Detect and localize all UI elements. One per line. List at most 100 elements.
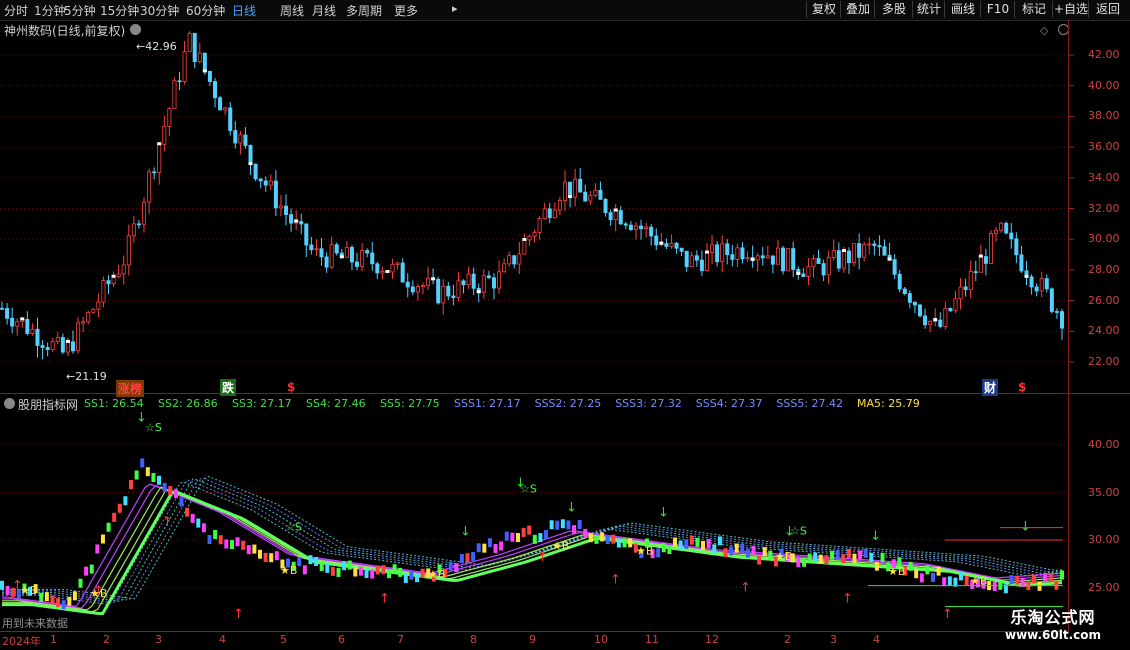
more-chevron-icon[interactable]: ▸ bbox=[452, 2, 458, 15]
candle-body bbox=[481, 275, 486, 293]
candle-body bbox=[532, 232, 537, 237]
candle-body bbox=[370, 252, 375, 265]
toolbar-button[interactable]: 多股 bbox=[874, 1, 913, 18]
ma5-bar bbox=[201, 523, 206, 533]
ma5-bar bbox=[168, 485, 173, 495]
price-chart[interactable]: ↑ ↑↑↑↑↑↑↑↑↑↓↓↓↓ ↓↓ ↓↓☆S☆S☆S☆S★B ★B★B ★B★B ★B ★B… bbox=[0, 0, 1130, 650]
price-dot bbox=[65, 339, 70, 343]
toolbar-button[interactable]: 画线 bbox=[944, 1, 981, 18]
signal-star-icon: ★B bbox=[90, 587, 107, 600]
timeframe-tab[interactable]: 日线 bbox=[232, 2, 256, 19]
toolbar-button[interactable]: +自选 bbox=[1052, 1, 1089, 18]
price-dot bbox=[978, 254, 983, 258]
candle-body bbox=[5, 308, 10, 319]
timeframe-tab[interactable]: 周线 bbox=[280, 2, 304, 19]
timeframe-tab[interactable]: 更多 bbox=[394, 2, 418, 19]
ma5-bar bbox=[572, 525, 577, 535]
toolbar-button[interactable]: 返回 bbox=[1088, 1, 1127, 18]
ma5-bar bbox=[583, 528, 588, 538]
candle-body bbox=[603, 198, 608, 213]
candle-body bbox=[390, 263, 395, 273]
ma5-bar bbox=[830, 550, 835, 560]
candle-body bbox=[537, 218, 542, 233]
candle-body bbox=[846, 250, 851, 264]
ma5-bar bbox=[314, 556, 319, 566]
ma5-bar bbox=[633, 543, 638, 553]
down-marker[interactable]: 跌 bbox=[220, 379, 237, 396]
candle-body bbox=[887, 254, 892, 261]
ma5-bar bbox=[1015, 575, 1020, 585]
ma5-bar bbox=[964, 576, 969, 586]
ma5-bar bbox=[56, 598, 61, 608]
ma5-bar bbox=[257, 549, 262, 559]
timeframe-tab[interactable]: 分时 bbox=[4, 2, 28, 19]
x-tick-label: 2 bbox=[103, 633, 110, 646]
watermark: 乐淘公式网 www.60lt.com bbox=[992, 604, 1114, 642]
toolbar-button[interactable]: 叠加 bbox=[840, 1, 875, 18]
ma5-bar bbox=[858, 550, 863, 560]
candle-body bbox=[862, 244, 867, 258]
indicator-value: SSS2: 27.25 bbox=[534, 397, 602, 410]
timeframe-tab[interactable]: 多周期 bbox=[346, 2, 382, 19]
timeframe-tab[interactable]: 月线 bbox=[312, 2, 336, 19]
ma5-bar bbox=[925, 565, 930, 575]
candle-body bbox=[527, 235, 532, 241]
ma5-bar bbox=[358, 566, 363, 576]
ma5-bar bbox=[95, 544, 100, 554]
arrow-left-icon: ← bbox=[136, 40, 146, 53]
price-dot bbox=[796, 271, 801, 275]
candle-body bbox=[902, 288, 907, 294]
sell-arrow-icon: ↓ bbox=[658, 505, 669, 520]
toolbar-button[interactable]: 标记 bbox=[1014, 1, 1053, 18]
ma5-bar bbox=[902, 566, 907, 576]
ma5-bar bbox=[84, 566, 89, 576]
ma5-bar bbox=[622, 538, 627, 548]
candle-body bbox=[912, 301, 917, 306]
ma5-bar bbox=[729, 546, 734, 556]
toolbar-button[interactable]: F10 bbox=[980, 1, 1015, 18]
ma5-bar bbox=[269, 553, 274, 563]
candle-body bbox=[131, 223, 136, 237]
timeframe-tab[interactable]: 30分钟 bbox=[140, 2, 179, 19]
timeframe-tab[interactable]: 60分钟 bbox=[186, 2, 225, 19]
candle-body bbox=[730, 254, 735, 260]
ss-line bbox=[2, 488, 1063, 613]
x-tick-label: 6 bbox=[338, 633, 345, 646]
timeframe-tab[interactable]: 15分钟 bbox=[100, 2, 139, 19]
ma5-bar bbox=[297, 557, 302, 567]
candle-body bbox=[826, 257, 831, 276]
ma5-bar bbox=[740, 543, 745, 553]
ma5-bar bbox=[757, 555, 762, 565]
ma5-bar bbox=[274, 551, 279, 561]
dollar-marker[interactable]: $ bbox=[287, 380, 295, 394]
dollar-marker-2[interactable]: $ bbox=[1018, 380, 1026, 394]
candle-body bbox=[91, 308, 96, 313]
candle-body bbox=[157, 143, 162, 173]
candle-body bbox=[588, 195, 593, 202]
ma5-bar bbox=[532, 534, 537, 544]
candle-body bbox=[552, 209, 557, 218]
candle-body bbox=[106, 280, 111, 285]
candle-body bbox=[466, 273, 471, 286]
toolbar-button[interactable]: 复权 bbox=[806, 1, 841, 18]
candle-body bbox=[988, 233, 993, 264]
settings-circle-icon[interactable] bbox=[130, 24, 141, 35]
candle-body bbox=[1029, 276, 1034, 288]
candle-body bbox=[451, 295, 456, 299]
toolbar-button[interactable]: 统计 bbox=[912, 1, 945, 18]
candle-body bbox=[1019, 254, 1024, 272]
ma5-bar bbox=[67, 596, 72, 606]
ma5-bar bbox=[112, 512, 117, 522]
buy-arrow-icon: ↑ bbox=[12, 578, 23, 593]
ma5-bar bbox=[874, 561, 879, 571]
ma5-bar bbox=[117, 503, 122, 513]
finance-marker[interactable]: 财 bbox=[982, 379, 999, 396]
timeframe-tab[interactable]: 1分钟 bbox=[34, 2, 66, 19]
candle-body bbox=[273, 180, 278, 209]
diamond-icon[interactable]: ◇ bbox=[1040, 24, 1048, 37]
timeframe-tab[interactable]: 5分钟 bbox=[64, 2, 96, 19]
candle-body bbox=[375, 263, 380, 274]
up-list-marker[interactable]: 涨榜 bbox=[116, 380, 145, 397]
panel-divider bbox=[0, 393, 1130, 394]
indicator-settings-icon[interactable] bbox=[4, 398, 15, 409]
